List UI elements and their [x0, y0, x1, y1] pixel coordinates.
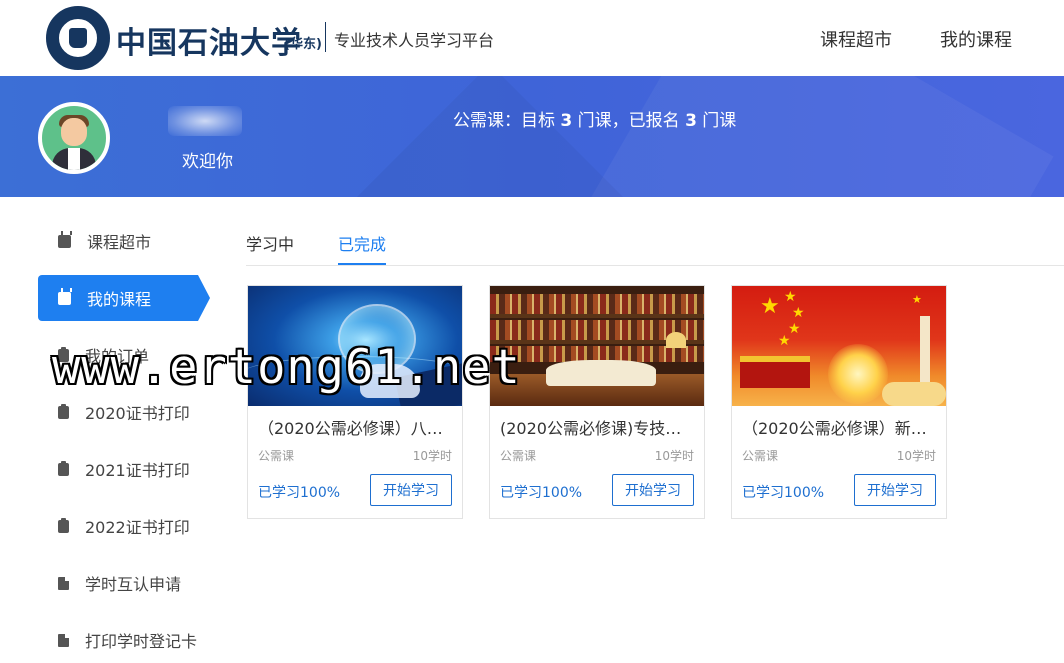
sidebar-item-cert-2020[interactable]: 2020证书打印	[38, 389, 198, 435]
sidebar-item-hour-recognition[interactable]: 学时互认申请	[38, 560, 198, 606]
course-type: 公需课	[258, 449, 295, 463]
start-learning-button[interactable]: 开始学习	[370, 474, 452, 506]
course-type: 公需课	[500, 449, 537, 463]
course-hours: 10学时	[412, 449, 452, 463]
start-learning-button[interactable]: 开始学习	[854, 474, 936, 506]
active-tab-indicator	[338, 263, 386, 265]
course-card[interactable]: （2020公需必修课）八… 公需课 10学时 已学习100% 开始学习	[247, 285, 463, 519]
clipboard-icon	[58, 460, 69, 476]
course-card[interactable]: (2020公需必修课)专技人… 公需课 10学时 已学习100% 开始学习	[489, 285, 705, 519]
tv-icon	[58, 234, 71, 248]
logo-divider	[325, 22, 326, 52]
course-hours: 10学时	[654, 449, 694, 463]
course-hours: 10学时	[896, 449, 936, 463]
target-count: 3	[560, 111, 573, 131]
sidebar-item-course-market[interactable]: 课程超市	[38, 218, 198, 264]
course-title[interactable]: （2020公需必修课）八…	[258, 415, 454, 439]
enrolled-count: 3	[685, 111, 697, 131]
top-header: 中国石油大学 (华东) 专业技术人员学习平台 课程超市 我的课程	[0, 0, 1064, 76]
nav-course-market[interactable]: 课程超市	[820, 26, 892, 52]
sidebar-item-cert-2022[interactable]: 2022证书打印	[38, 503, 198, 549]
course-summary: 公需课：目标 3 门课，已报名 3 门课	[453, 111, 737, 131]
course-card[interactable]: ★ ★ ★ ★ ★ ★ （2020公需必修课）新… 公需课 10学时 已学习10…	[731, 285, 947, 519]
document-icon	[58, 576, 69, 590]
welcome-text: 欢迎你	[182, 152, 233, 172]
course-progress: 已学习100%	[500, 485, 583, 501]
course-thumbnail[interactable]: ★ ★ ★ ★ ★ ★	[732, 286, 946, 406]
tv-icon	[58, 291, 71, 305]
start-learning-button[interactable]: 开始学习	[612, 474, 694, 506]
platform-name: 专业技术人员学习平台	[334, 31, 495, 50]
sidebar-item-cert-2021[interactable]: 2021证书打印	[38, 446, 198, 492]
course-type: 公需课	[742, 449, 779, 463]
clipboard-icon	[58, 403, 69, 419]
tab-completed[interactable]: 已完成	[338, 231, 386, 255]
document-icon	[58, 633, 69, 647]
tab-in-progress[interactable]: 学习中	[246, 231, 294, 255]
sidebar-item-print-hour-card[interactable]: 打印学时登记卡	[38, 617, 198, 663]
nav-my-courses[interactable]: 我的课程	[940, 26, 1012, 52]
tabs-divider	[246, 265, 1064, 266]
avatar[interactable]	[38, 102, 110, 174]
blurred-username	[168, 106, 242, 136]
course-progress: 已学习100%	[742, 485, 825, 501]
course-thumbnail[interactable]	[490, 286, 704, 406]
clipboard-icon	[58, 517, 69, 533]
site-watermark: www.ertong61.net	[52, 340, 521, 395]
sidebar-item-my-courses[interactable]: 我的课程	[38, 275, 210, 321]
university-name: 中国石油大学	[116, 26, 302, 61]
course-title[interactable]: (2020公需必修课)专技人…	[500, 415, 696, 439]
user-banner: 欢迎你 公需课：目标 3 门课，已报名 3 门课	[0, 76, 1064, 197]
course-title[interactable]: （2020公需必修课）新…	[742, 415, 938, 439]
university-campus: (华东)	[284, 37, 322, 52]
course-progress: 已学习100%	[258, 485, 341, 501]
university-seal-logo[interactable]	[46, 6, 110, 70]
